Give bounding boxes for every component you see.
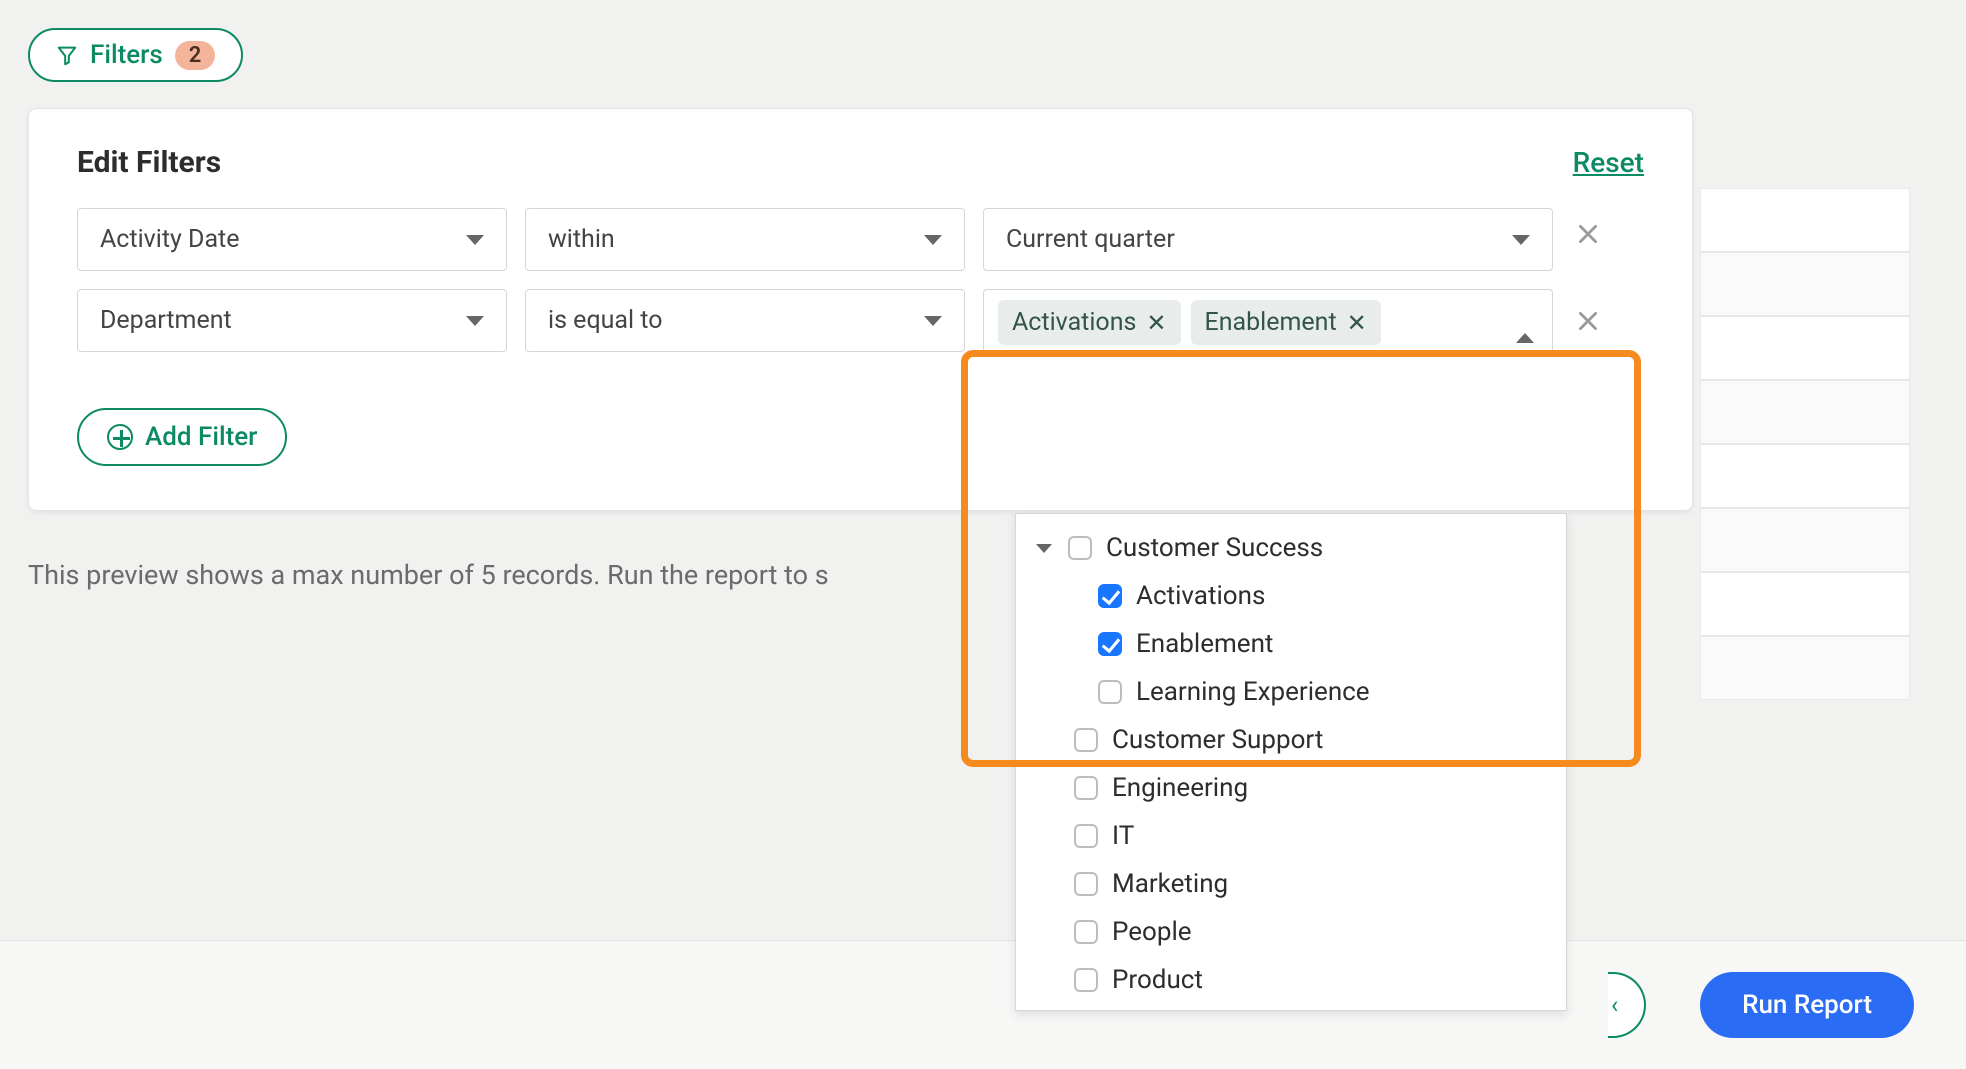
remove-filter-button[interactable] xyxy=(1571,295,1605,351)
chevron-down-icon xyxy=(924,235,942,245)
option-label: Learning Experience xyxy=(1136,677,1370,707)
checkbox[interactable] xyxy=(1098,632,1122,656)
filters-label: Filters xyxy=(90,40,163,70)
chip-label: Activations xyxy=(1012,308,1136,337)
dropdown-row[interactable]: Engineering xyxy=(1016,764,1566,812)
option-label: People xyxy=(1112,917,1192,947)
close-icon xyxy=(1575,308,1601,334)
option-label: Customer Support xyxy=(1112,725,1323,755)
chevron-down-icon xyxy=(466,235,484,245)
dropdown-parent-row[interactable]: Customer Success xyxy=(1016,524,1566,572)
selected-chip[interactable]: Enablement ✕ xyxy=(1191,300,1381,345)
checkbox[interactable] xyxy=(1068,536,1092,560)
checkbox[interactable] xyxy=(1074,920,1098,944)
run-report-label: Run Report xyxy=(1742,990,1872,1020)
background-table-fragment xyxy=(1700,188,1910,700)
option-label: IT xyxy=(1112,821,1134,851)
filter-icon xyxy=(56,44,78,66)
filter-field-select[interactable]: Department xyxy=(77,289,507,352)
checkbox[interactable] xyxy=(1074,872,1098,896)
bottom-action-bar xyxy=(0,940,1966,1069)
department-dropdown[interactable]: Customer Success Activations Enablement … xyxy=(1015,513,1567,1011)
filters-button[interactable]: Filters 2 xyxy=(28,28,243,82)
reset-link[interactable]: Reset xyxy=(1573,146,1644,179)
checkbox[interactable] xyxy=(1098,680,1122,704)
chevron-down-icon xyxy=(1512,235,1530,245)
run-report-button[interactable]: Run Report xyxy=(1700,972,1914,1038)
add-filter-button[interactable]: Add Filter xyxy=(77,408,287,466)
filter-row: Department is equal to Activations ✕ Ena… xyxy=(77,289,1644,356)
close-icon xyxy=(1575,221,1601,247)
checkbox[interactable] xyxy=(1074,968,1098,992)
chip-remove-icon[interactable]: ✕ xyxy=(1347,309,1367,337)
filters-count-badge: 2 xyxy=(175,41,216,70)
chip-remove-icon[interactable]: ✕ xyxy=(1146,309,1166,337)
chip-label: Enablement xyxy=(1205,308,1337,337)
edit-filters-panel: Edit Filters Reset Activity Date within … xyxy=(28,108,1693,511)
chevron-down-icon xyxy=(924,316,942,326)
remove-filter-button[interactable] xyxy=(1571,208,1605,264)
dropdown-row[interactable]: People xyxy=(1016,908,1566,956)
checkbox[interactable] xyxy=(1074,776,1098,800)
secondary-button-text: ‹ xyxy=(1611,991,1618,1019)
panel-title: Edit Filters xyxy=(77,145,221,180)
filter-operator-select[interactable]: is equal to xyxy=(525,289,965,352)
option-label: Activations xyxy=(1136,581,1265,611)
dropdown-child-row[interactable]: Learning Experience xyxy=(1016,668,1566,716)
filter-operator-value: within xyxy=(548,225,615,254)
checkbox[interactable] xyxy=(1098,584,1122,608)
filter-field-select[interactable]: Activity Date xyxy=(77,208,507,271)
filter-value-select[interactable]: Current quarter xyxy=(983,208,1553,271)
dropdown-row[interactable]: Customer Support xyxy=(1016,716,1566,764)
plus-circle-icon xyxy=(107,424,133,450)
option-label: Customer Success xyxy=(1106,533,1323,563)
filter-value-multiselect[interactable]: Activations ✕ Enablement ✕ xyxy=(983,289,1553,356)
option-label: Marketing xyxy=(1112,869,1228,899)
filter-value: Current quarter xyxy=(1006,225,1175,254)
option-label: Engineering xyxy=(1112,773,1248,803)
filter-operator-value: is equal to xyxy=(548,306,663,335)
option-label: Product xyxy=(1112,965,1203,995)
filter-field-value: Activity Date xyxy=(100,225,240,254)
option-label: Enablement xyxy=(1136,629,1273,659)
add-filter-label: Add Filter xyxy=(145,422,257,452)
dropdown-row[interactable]: Marketing xyxy=(1016,860,1566,908)
dropdown-row[interactable]: IT xyxy=(1016,812,1566,860)
dropdown-row[interactable]: Product xyxy=(1016,956,1566,1004)
filter-field-value: Department xyxy=(100,306,232,335)
chevron-down-icon xyxy=(466,316,484,326)
expand-icon[interactable] xyxy=(1036,544,1052,553)
selected-chip[interactable]: Activations ✕ xyxy=(998,300,1181,345)
chevron-up-icon xyxy=(1516,308,1534,343)
dropdown-child-row[interactable]: Enablement xyxy=(1016,620,1566,668)
dropdown-child-row[interactable]: Activations xyxy=(1016,572,1566,620)
preview-note: This preview shows a max number of 5 rec… xyxy=(28,559,1938,591)
filter-row: Activity Date within Current quarter xyxy=(77,208,1644,271)
checkbox[interactable] xyxy=(1074,824,1098,848)
checkbox[interactable] xyxy=(1074,728,1098,752)
filter-operator-select[interactable]: within xyxy=(525,208,965,271)
